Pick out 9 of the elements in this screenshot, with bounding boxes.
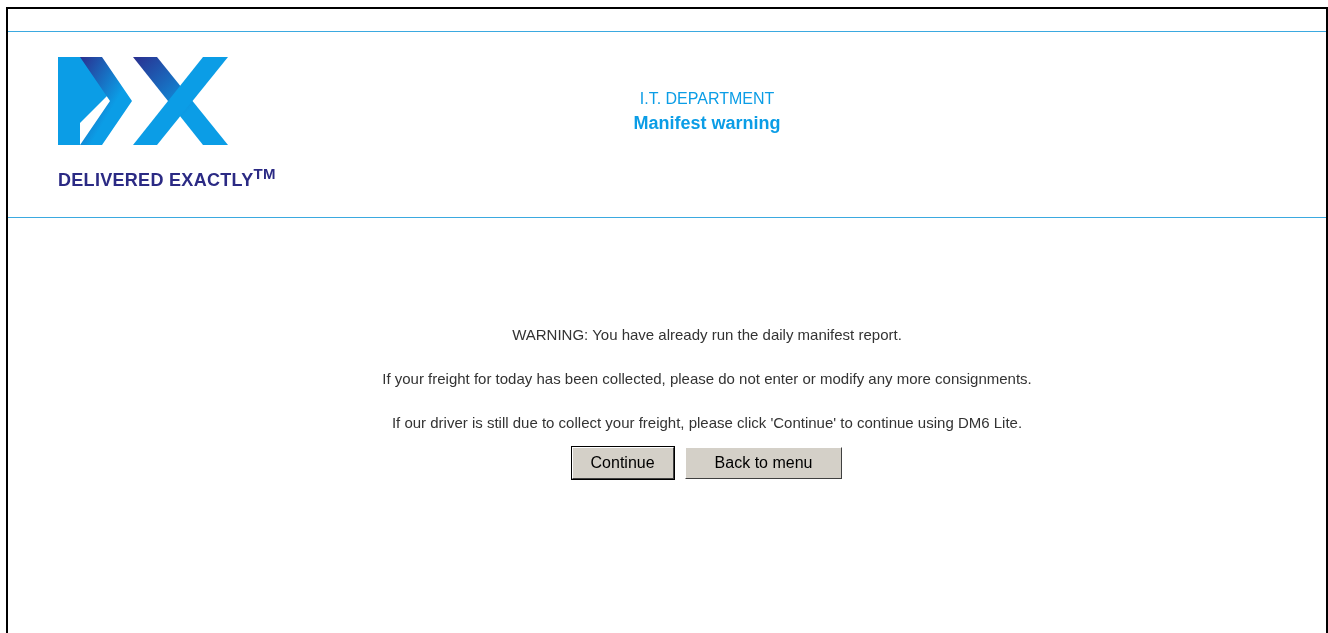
logo-tagline: DELIVERED EXACTLY$^{TM}$: [58, 165, 276, 191]
page-title: Manifest warning: [632, 113, 782, 134]
message-text: If our driver is still due to collect your freight, please click 'Continue' to continue using DM6 Lite.: [390, 414, 1024, 431]
back-button[interactable]: Back to menu: [684, 447, 843, 479]
message-text: If your freight for today has been collected, please do not enter or modify any more consignments.: [381, 370, 1033, 387]
dx-logo-icon: [58, 57, 228, 145]
continue-button[interactable]: Continue: [571, 447, 674, 479]
department-label: I.T. DEPARTMENT: [638, 90, 776, 108]
message-text: WARNING: You have already run the daily manifest report.: [511, 326, 903, 343]
